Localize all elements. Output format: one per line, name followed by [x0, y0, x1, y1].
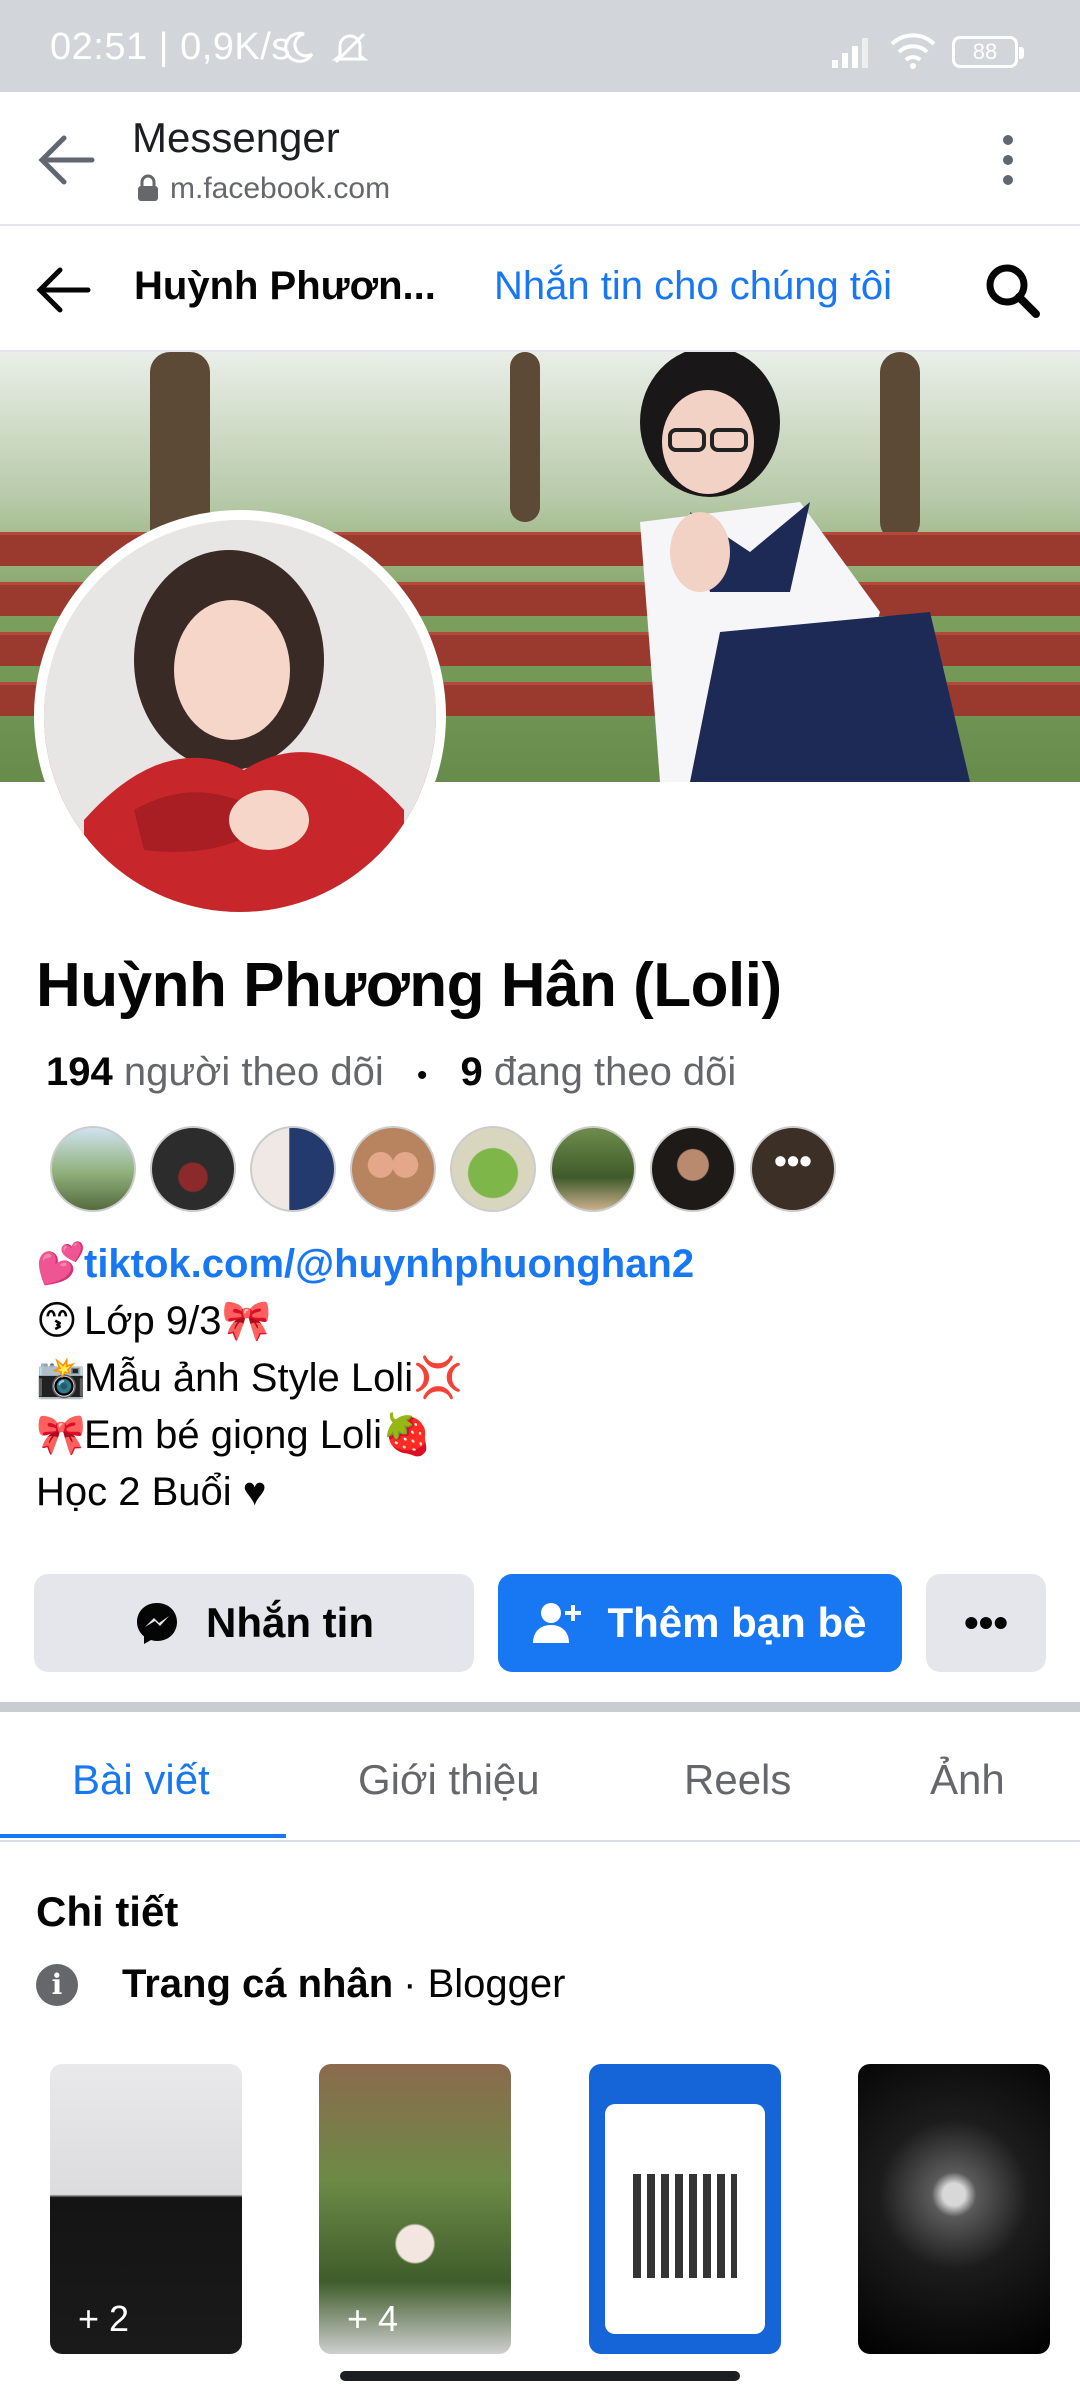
ribbon-icon: 🎀 — [221, 1299, 272, 1343]
friends-row: ••• — [50, 1126, 836, 1212]
profile-name: Huỳnh Phương Hân (Loli) — [36, 951, 782, 1020]
following-label[interactable]: đang theo dõi — [494, 1050, 736, 1094]
active-tab-indicator — [0, 1834, 286, 1838]
overflow-menu-icon[interactable] — [1000, 132, 1016, 188]
bell-off-icon — [331, 32, 369, 64]
featured-photo[interactable]: + 4 — [319, 2064, 511, 2354]
separator-dot: • — [416, 1059, 428, 1092]
profile-bio: 💕tiktok.com/@huynhphuonghan2 😙 Lớp 9/3🎀 📸… — [36, 1236, 694, 1521]
profile-tabs: Bài viết Giới thiệu Reels Ảnh — [0, 1714, 1080, 1842]
info-icon: i — [36, 1963, 78, 2006]
moon-icon — [284, 31, 314, 63]
tab-about[interactable]: Giới thiệu — [358, 1756, 540, 1804]
add-friend-icon — [533, 1603, 582, 1643]
bio-line: Học 2 Buổi ♥ — [36, 1470, 267, 1514]
bio-line: 😙 Lớp 9/3🎀 — [36, 1293, 694, 1350]
featured-photos: + 2 + 4 — [50, 2064, 1050, 2354]
kissing-face-icon: 😙 — [36, 1299, 78, 1343]
featured-photo[interactable] — [589, 2064, 781, 2354]
tiktok-link[interactable]: tiktok.com/@huynhphuonghan2 — [84, 1242, 694, 1286]
friend-avatar[interactable] — [450, 1126, 536, 1212]
details-title: Chi tiết — [36, 1888, 179, 1935]
browser-bar: Messenger m.facebook.com — [0, 92, 1080, 226]
strawberry-icon: 🍓 — [381, 1413, 432, 1457]
status-time: 02:51 | 0,9K/s — [50, 26, 291, 68]
profile-header: Huỳnh Phươn... Nhắn tin cho chúng tôi — [0, 226, 1080, 352]
friend-avatar[interactable] — [350, 1126, 436, 1212]
cover-person — [640, 352, 970, 782]
add-friend-button-label: Thêm bạn bè — [607, 1599, 867, 1646]
status-bar: 02:51 | 0,9K/s 88 — [0, 0, 1080, 92]
avatar-photo — [44, 520, 436, 912]
tab-posts[interactable]: Bài viết — [72, 1756, 210, 1804]
header-profile-name: Huỳnh Phươn... — [134, 264, 436, 308]
page-type: Trang cá nhân — [122, 1962, 394, 2006]
tab-reels[interactable]: Reels — [684, 1756, 791, 1804]
friend-avatar[interactable] — [250, 1126, 336, 1212]
friend-avatar[interactable] — [650, 1126, 736, 1212]
page-category: · Blogger — [403, 1962, 566, 2006]
browser-title: Messenger — [132, 114, 340, 161]
more-options-button[interactable]: ••• — [926, 1574, 1046, 1672]
photo-count: + 2 — [78, 2298, 130, 2339]
photo-count: + 4 — [347, 2298, 399, 2339]
lock-icon — [138, 174, 158, 201]
profile-stats: 194 người theo dõi • 9 đang theo dõi — [46, 1050, 736, 1095]
home-indicator[interactable] — [340, 2371, 740, 2381]
details-row: i Trang cá nhân · Blogger — [36, 1962, 565, 2007]
message-button-label: Nhắn tin — [206, 1599, 374, 1646]
more-friends-button[interactable]: ••• — [750, 1126, 836, 1212]
back-arrow-icon[interactable] — [36, 266, 92, 314]
section-divider — [0, 1702, 1080, 1712]
signal-icon — [832, 38, 868, 68]
bio-line: 💕tiktok.com/@huynhphuonghan2 — [36, 1236, 694, 1293]
followers-count[interactable]: 194 — [46, 1050, 113, 1094]
hearts-icon: 💕 — [36, 1242, 86, 1286]
followers-label[interactable]: người theo dõi — [124, 1050, 384, 1094]
add-friend-button[interactable]: Thêm bạn bè — [498, 1574, 902, 1672]
back-arrow-icon[interactable] — [36, 132, 96, 188]
battery-indicator: 88 — [952, 36, 1024, 68]
featured-photo[interactable]: + 2 — [50, 2064, 242, 2354]
search-icon[interactable] — [982, 260, 1042, 320]
bio-line: 🎀Em bé giọng Loli🍓 — [36, 1407, 694, 1464]
browser-url: m.facebook.com — [170, 172, 391, 205]
friend-avatar[interactable] — [50, 1126, 136, 1212]
messenger-icon — [137, 1603, 177, 1644]
friend-avatar[interactable] — [550, 1126, 636, 1212]
profile-avatar[interactable] — [34, 510, 446, 922]
friend-avatar[interactable] — [150, 1126, 236, 1212]
following-count[interactable]: 9 — [460, 1050, 482, 1094]
ribbon-icon: 🎀 — [36, 1413, 86, 1457]
bio-line: 📸Mẫu ảnh Style Loli💢 — [36, 1350, 694, 1407]
message-button[interactable]: Nhắn tin — [34, 1574, 474, 1672]
message-us-link[interactable]: Nhắn tin cho chúng tôi — [494, 264, 892, 309]
featured-photo[interactable] — [858, 2064, 1050, 2354]
tab-photos[interactable]: Ảnh — [930, 1756, 1005, 1804]
anger-symbol-icon: 💢 — [413, 1356, 463, 1400]
wifi-icon — [890, 33, 936, 69]
camera-icon: 📸 — [36, 1356, 86, 1400]
